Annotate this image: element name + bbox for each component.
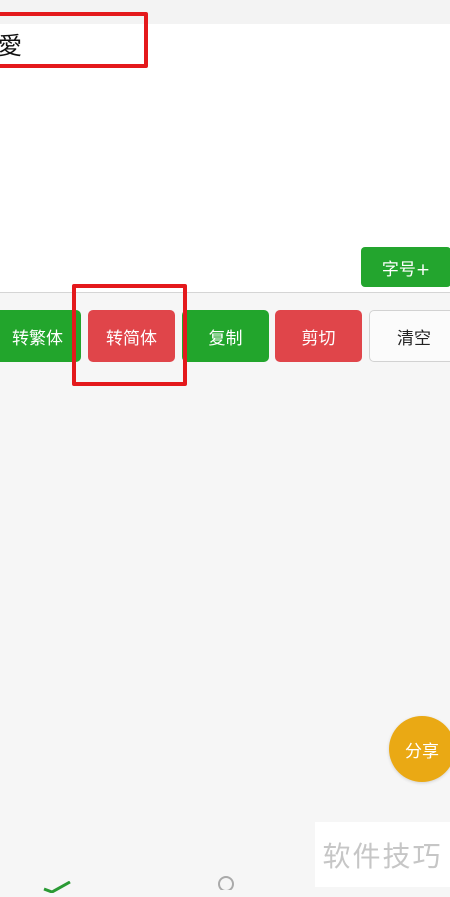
top-bar [0, 0, 450, 25]
to-simplified-button[interactable]: 转简体 [88, 310, 175, 362]
copy-button[interactable]: 复制 [182, 310, 269, 362]
check-icon[interactable] [40, 878, 76, 897]
cut-button[interactable]: 剪切 [275, 310, 362, 362]
clear-button[interactable]: 清空 [369, 310, 450, 362]
share-button[interactable]: 分享 [389, 716, 450, 782]
to-traditional-button[interactable]: 转繁体 [0, 310, 81, 362]
font-size-plus-button[interactable]: 字号+ [361, 247, 450, 287]
watermark: 软件技巧 [315, 822, 450, 887]
editor-text: 愛 [0, 32, 22, 60]
person-icon[interactable] [214, 874, 238, 894]
